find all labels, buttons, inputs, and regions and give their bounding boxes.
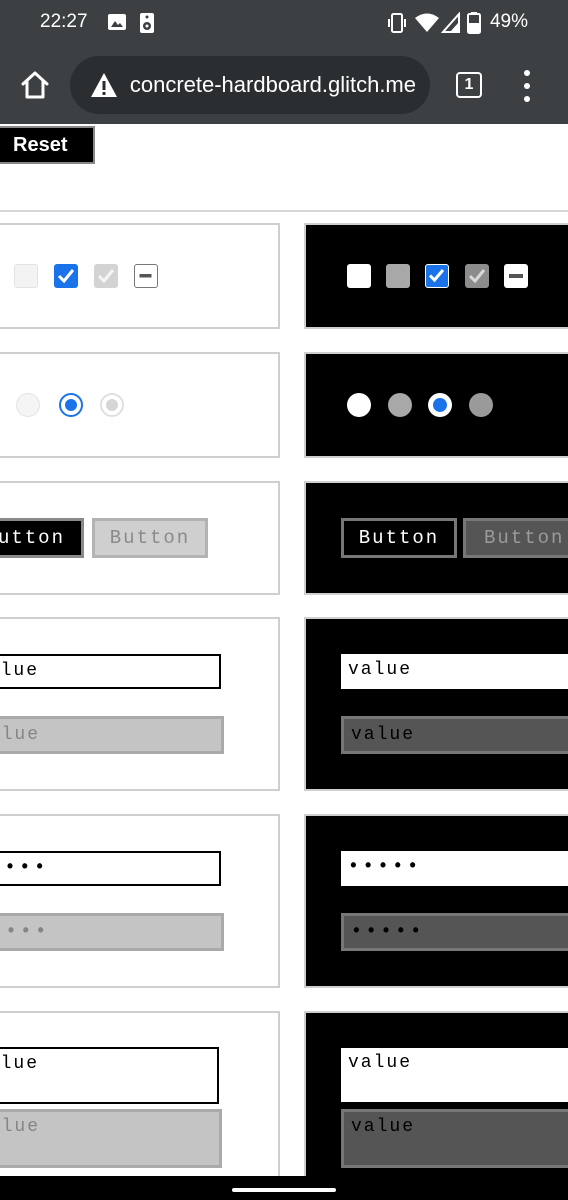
disabled-button: Button — [463, 518, 568, 558]
textarea-disabled: value — [0, 1109, 222, 1168]
text-input[interactable]: value — [341, 654, 568, 689]
cell-signal-icon — [440, 11, 461, 38]
checkbox-panel-light — [0, 223, 280, 329]
password-input[interactable]: ••••• — [0, 851, 221, 886]
checkbox-indeterminate[interactable] — [504, 264, 528, 288]
image-notification-icon — [107, 12, 127, 36]
radio-disabled-unchecked — [388, 393, 412, 417]
checkbox-disabled-checked — [465, 264, 489, 288]
page-content: Reset utton Button Button Button lue lue… — [0, 124, 568, 1176]
text-input-panel-light: value value — [0, 617, 280, 791]
radio-disabled-unchecked — [16, 393, 40, 417]
disabled-button: Button — [92, 518, 208, 558]
menu-dot-icon — [524, 70, 530, 76]
reset-button[interactable]: Reset — [0, 126, 95, 164]
checkbox-indeterminate[interactable] — [134, 264, 158, 288]
status-time: 22:27 — [40, 11, 88, 32]
radio-panel-dark — [304, 352, 568, 458]
checkbox-checked[interactable] — [425, 264, 449, 288]
radio-selected[interactable] — [59, 393, 83, 417]
checkbox-disabled-checked — [94, 264, 118, 288]
dash-icon — [509, 274, 523, 278]
vibrate-icon — [386, 12, 408, 38]
home-button[interactable] — [18, 68, 52, 102]
text-input[interactable]: value — [0, 654, 221, 689]
checkbox-disabled-unchecked — [14, 264, 38, 288]
speaker-notification-icon — [139, 12, 155, 38]
textarea[interactable]: value — [0, 1047, 219, 1104]
checkbox-panel-dark — [304, 223, 568, 329]
password-input-disabled: ••••• — [341, 913, 568, 951]
wifi-icon — [414, 12, 440, 38]
checkbox-disabled-unchecked — [386, 264, 410, 288]
text-input-disabled: value — [341, 716, 568, 754]
primary-button[interactable]: Button — [0, 518, 84, 558]
textarea-disabled: value — [341, 1109, 568, 1168]
not-secure-warning-icon[interactable] — [90, 72, 118, 102]
password-panel-dark: ••••• ••••• — [304, 814, 568, 988]
address-bar[interactable]: concrete-hardboard.glitch.me — [70, 56, 430, 114]
url-text[interactable]: concrete-hardboard.glitch.me — [130, 56, 416, 114]
radio-selected[interactable] — [428, 393, 452, 417]
radio-dot-icon — [65, 399, 77, 411]
radio-disabled-selected — [469, 393, 493, 417]
checkbox-unchecked[interactable] — [347, 264, 371, 288]
button-panel-light: Button Button — [0, 481, 280, 595]
textarea-panel-dark: value value — [304, 1011, 568, 1176]
primary-button[interactable]: Button — [341, 518, 457, 558]
radio-panel-light — [0, 352, 280, 458]
divider — [0, 210, 568, 212]
battery-icon — [467, 12, 481, 38]
check-icon — [428, 269, 445, 283]
menu-dot-icon — [524, 96, 530, 102]
status-bar: 22:27 49% — [0, 0, 568, 48]
tab-switcher-button[interactable]: 1 — [456, 72, 482, 98]
check-icon — [97, 269, 115, 284]
radio-disabled-selected — [100, 393, 124, 417]
password-input[interactable]: ••••• — [341, 851, 568, 886]
text-input-disabled: value — [0, 716, 224, 754]
overflow-menu-button[interactable] — [516, 70, 538, 102]
button-panel-dark: Button Button — [304, 481, 568, 595]
browser-toolbar: concrete-hardboard.glitch.me 1 — [0, 48, 568, 124]
radio-unchecked[interactable] — [347, 393, 371, 417]
home-gesture-handle[interactable] — [232, 1188, 336, 1192]
password-input-disabled: ••••• — [0, 913, 224, 951]
home-icon — [18, 71, 52, 106]
dash-icon — [139, 274, 152, 278]
battery-percent: 49% — [489, 11, 528, 32]
radio-dot-icon — [106, 399, 118, 411]
password-panel-light: ••••• ••••• — [0, 814, 280, 988]
menu-dot-icon — [524, 83, 530, 89]
check-icon — [468, 269, 486, 284]
radio-dot-icon — [433, 398, 447, 412]
checkbox-checked[interactable] — [54, 264, 78, 288]
textarea[interactable]: value — [341, 1048, 568, 1102]
check-icon — [57, 269, 75, 284]
textarea-panel-light: value value — [0, 1011, 280, 1176]
system-nav-bar — [0, 1176, 568, 1200]
text-input-panel-dark: value value — [304, 617, 568, 791]
